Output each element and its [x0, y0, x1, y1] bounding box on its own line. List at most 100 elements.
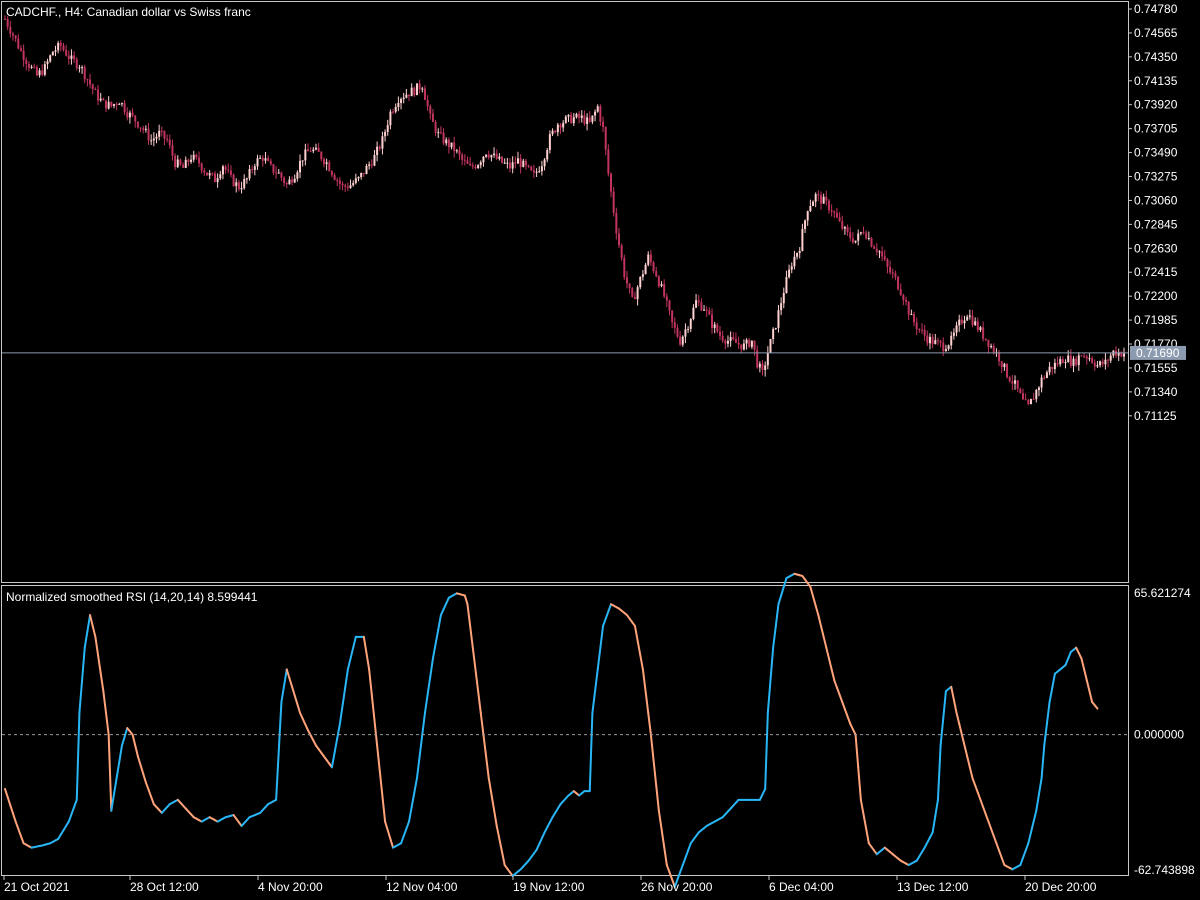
candle-body — [410, 87, 413, 97]
candle-body — [1043, 377, 1046, 379]
candle-body — [652, 262, 655, 271]
candle-body — [150, 140, 153, 142]
price-tick-label: 0.72630 — [1134, 241, 1178, 255]
candle-body — [296, 172, 299, 179]
candle-body — [546, 150, 549, 160]
candle-body — [309, 151, 312, 153]
candle-body — [1032, 399, 1035, 401]
candle-body — [450, 142, 453, 148]
candle-body — [966, 316, 969, 321]
candle-body — [588, 117, 591, 122]
candle-body — [1019, 388, 1022, 394]
candle-body — [963, 320, 966, 324]
candle-body — [987, 339, 990, 348]
candle-body — [1091, 358, 1094, 363]
candle-body — [511, 162, 514, 169]
candle-body — [509, 162, 512, 169]
candle-body — [245, 178, 248, 180]
candle-body — [673, 322, 676, 328]
candle-body — [293, 178, 296, 183]
candle-body — [886, 259, 889, 267]
candle-body — [660, 284, 663, 287]
candle-body — [992, 346, 995, 353]
candle-body — [607, 149, 610, 174]
candle-body — [503, 162, 506, 164]
candle-body — [801, 229, 804, 251]
candle-body — [1096, 365, 1099, 367]
candle-body — [522, 160, 525, 168]
candle-body — [527, 165, 530, 167]
candle-body — [160, 130, 163, 132]
candle-body — [617, 233, 620, 246]
candle-body — [115, 104, 118, 106]
candle-body — [761, 363, 764, 370]
candle-body — [184, 159, 187, 168]
candle-body — [1003, 363, 1006, 368]
candle-body — [835, 212, 838, 218]
candle-body — [22, 50, 25, 61]
candle-body — [851, 238, 854, 243]
candle-body — [559, 124, 562, 128]
candle-body — [445, 139, 448, 144]
candle-body — [785, 277, 788, 293]
candle-body — [798, 250, 801, 253]
candle-body — [950, 335, 953, 346]
candle-body — [232, 174, 235, 187]
candle-body — [687, 328, 690, 330]
candle-body — [487, 154, 490, 158]
candle-body — [307, 149, 310, 152]
candle-body — [1008, 377, 1011, 382]
candle-body — [899, 289, 902, 296]
candle-body — [1040, 377, 1043, 388]
candle-body — [437, 132, 440, 134]
candle-body — [891, 272, 894, 274]
indicator-axis-max: 65.621274 — [1134, 586, 1191, 600]
candle-body — [748, 339, 751, 347]
candle-body — [463, 159, 466, 161]
candle-body — [721, 335, 724, 341]
candle-body — [78, 67, 81, 69]
candle-body — [649, 254, 652, 263]
candle-body — [939, 340, 942, 343]
candle-body — [556, 124, 559, 133]
candle-body — [1006, 363, 1009, 378]
candle-body — [168, 139, 171, 146]
candle-body — [272, 164, 275, 173]
price-tick-label: 0.73490 — [1134, 146, 1178, 160]
candle-body — [583, 115, 586, 124]
candle-body — [538, 171, 541, 173]
candle-body — [357, 177, 360, 179]
candle-body — [288, 179, 291, 185]
candle-body — [267, 158, 270, 161]
candle-body — [261, 157, 264, 161]
price-tick-label: 0.73705 — [1134, 122, 1178, 136]
candle-body — [814, 194, 817, 202]
candle-body — [944, 349, 947, 352]
candle-body — [200, 163, 203, 171]
candle-body — [33, 66, 36, 68]
candle-body — [697, 300, 700, 303]
candle-body — [960, 319, 963, 324]
candle-body — [67, 55, 70, 59]
candle-body — [772, 328, 775, 340]
candle-body — [269, 160, 272, 165]
candle-body — [1107, 359, 1110, 361]
candle-body — [644, 264, 647, 275]
candle-body — [429, 106, 432, 114]
candle-body — [873, 246, 876, 249]
candle-body — [277, 172, 280, 174]
candle-body — [516, 158, 519, 164]
candle-body — [493, 153, 496, 156]
candle-body — [283, 177, 286, 184]
time-tick-label: 12 Nov 04:00 — [386, 880, 458, 894]
price-tick-label: 0.71985 — [1134, 313, 1178, 327]
candle-body — [152, 138, 155, 141]
candle-body — [732, 337, 735, 340]
candle-body — [902, 295, 905, 301]
candle-body — [974, 321, 977, 326]
candle-body — [224, 166, 227, 170]
candle-body — [83, 67, 86, 80]
candle-body — [1059, 359, 1062, 365]
candle-body — [1075, 358, 1078, 365]
candle-body — [11, 33, 14, 36]
